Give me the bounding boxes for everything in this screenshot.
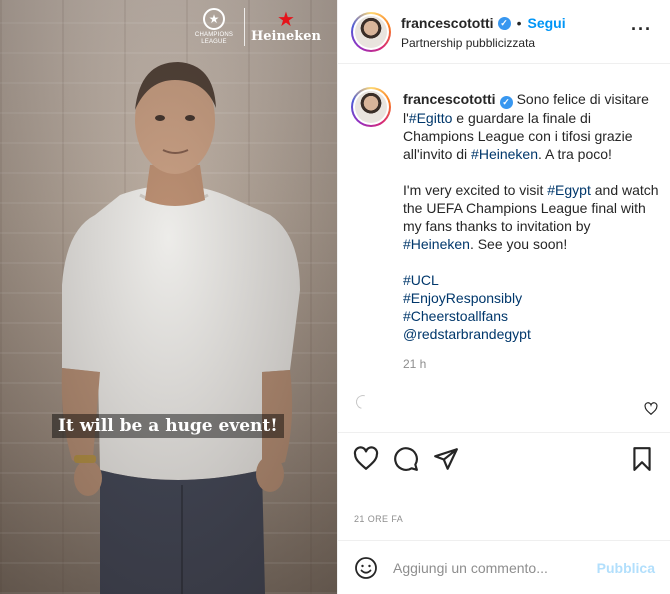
media-vignette xyxy=(0,0,337,594)
emoji-smiley-icon[interactable] xyxy=(354,556,378,580)
verified-badge-icon: ✓ xyxy=(499,95,513,109)
loading-spinner-icon xyxy=(353,392,373,412)
heineken-logo-text: Heineken xyxy=(251,28,321,44)
paid-partnership-label[interactable]: Partnership pubblicizzata xyxy=(401,36,535,50)
verified-badge-icon: ✓ xyxy=(497,16,511,30)
caption-timestamp[interactable]: 21 h xyxy=(403,357,426,371)
video-caption: It will be a huge event! xyxy=(52,414,284,438)
caption-tags: #UCL #EnjoyResponsibly #Cheerstoallfans … xyxy=(403,271,661,343)
comment-input[interactable] xyxy=(393,555,593,581)
caption-italian: francescototti ✓ Sono felice di visitare l… xyxy=(403,90,661,163)
share-paper-plane-icon[interactable] xyxy=(433,446,459,472)
post-actions xyxy=(338,432,670,486)
post-side-panel: francescototti ✓ • Segui Partnership pub… xyxy=(337,0,670,594)
caption-text: I'm very excited to visit xyxy=(403,181,548,198)
hashtag-link[interactable]: #Heineken xyxy=(471,146,538,162)
post-caption: francescototti ✓ Sono felice di visitare l… xyxy=(403,90,661,343)
avatar-image xyxy=(355,91,387,123)
hashtag-link[interactable]: #Heineken xyxy=(403,236,470,252)
post-date[interactable]: 21 ORE FA xyxy=(354,514,403,524)
hashtag-link[interactable]: #Egitto xyxy=(409,110,453,126)
post-media[interactable]: ★ CHAMPIONS LEAGUE ★ Heineken It will be… xyxy=(0,0,337,594)
caption-text: . See you soon! xyxy=(469,235,568,252)
caption-avatar[interactable] xyxy=(351,87,391,127)
caption-username[interactable]: francescototti xyxy=(403,91,496,107)
add-comment-bar: Pubblica xyxy=(338,540,670,594)
publish-button[interactable]: Pubblica xyxy=(597,560,655,576)
save-bookmark-icon[interactable] xyxy=(629,446,655,472)
hashtag-link[interactable]: #UCL xyxy=(403,271,661,289)
caption-text: . A tra poco! xyxy=(537,145,612,162)
header-user-line: francescototti ✓ • Segui xyxy=(401,15,566,31)
like-heart-icon[interactable] xyxy=(353,446,379,472)
hashtag-link[interactable]: #Cheerstoallfans xyxy=(403,307,661,325)
champions-league-logo: ★ CHAMPIONS LEAGUE xyxy=(190,8,238,46)
heineken-star-icon: ★ xyxy=(277,8,295,31)
follow-button[interactable]: Segui xyxy=(527,15,565,31)
comments-area: francescototti ✓ Sono felice di visitare l… xyxy=(338,65,670,431)
comment-like-heart-icon[interactable] xyxy=(644,402,658,416)
ucl-starball-icon: ★ xyxy=(203,8,225,30)
caption-english: I'm very excited to visit #Egypt and wat… xyxy=(403,181,661,253)
hashtag-link[interactable]: #EnjoyResponsibly xyxy=(403,289,661,307)
more-options-icon[interactable]: ··· xyxy=(631,20,652,38)
hashtag-link[interactable]: #Egypt xyxy=(547,182,591,198)
ucl-logo-text: CHAMPIONS LEAGUE xyxy=(194,32,234,45)
separator-dot: • xyxy=(516,15,522,31)
comment-bubble-icon[interactable] xyxy=(393,446,419,472)
post-header: francescototti ✓ • Segui Partnership pub… xyxy=(338,0,670,64)
avatar-image xyxy=(355,16,387,48)
header-username[interactable]: francescototti xyxy=(401,15,494,31)
heineken-logo: ★ Heineken xyxy=(251,8,321,44)
brand-logos: ★ CHAMPIONS LEAGUE ★ Heineken xyxy=(190,8,321,46)
mention-link[interactable]: @redstarbrandegypt xyxy=(403,325,661,343)
avatar[interactable] xyxy=(351,12,391,52)
brand-divider xyxy=(244,8,245,46)
